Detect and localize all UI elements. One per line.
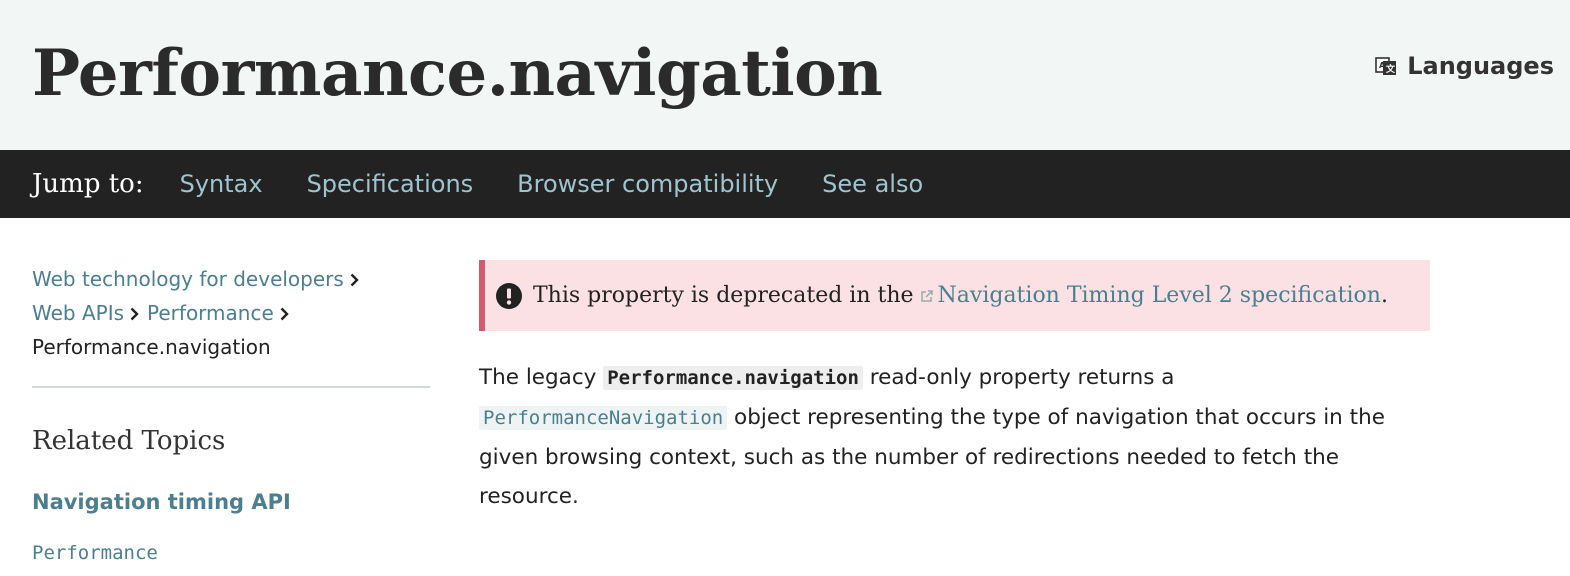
svg-text:A: A <box>1379 61 1386 70</box>
breadcrumb: Web technology for developers <box>32 262 430 296</box>
jump-link-see-also[interactable]: See also <box>822 170 923 198</box>
languages-icon: A 文 <box>1375 57 1397 75</box>
jump-link-browser-compatibility[interactable]: Browser compatibility <box>517 170 778 198</box>
intro-text-1: The legacy <box>479 365 604 390</box>
intro-paragraph: The legacy Performance.navigation read-o… <box>479 358 1439 516</box>
breadcrumb-web-technology[interactable]: Web technology for developers <box>32 267 344 291</box>
performance-navigation-link[interactable]: PerformanceNavigation <box>479 406 728 430</box>
languages-button[interactable]: A 文 Languages <box>1375 52 1554 80</box>
languages-label: Languages <box>1407 52 1554 80</box>
related-topics-heading: Related Topics <box>32 426 226 456</box>
page-title: Performance.navigation <box>32 36 883 111</box>
chevron-right-icon <box>130 307 139 321</box>
main-content: The legacy Performance.navigation read-o… <box>479 358 1439 516</box>
page-header: Performance.navigation A 文 Languages <box>0 0 1570 150</box>
sidebar-item-performance[interactable]: Performance <box>32 542 430 564</box>
external-link-icon <box>920 289 933 302</box>
notice-spec-link[interactable]: Navigation Timing Level 2 specification <box>938 283 1381 308</box>
chevron-right-icon <box>350 273 359 287</box>
breadcrumb-performance[interactable]: Performance <box>147 301 274 325</box>
breadcrumb-web-apis[interactable]: Web APIs <box>32 301 124 325</box>
deprecation-notice: This property is deprecated in the Navig… <box>479 260 1430 331</box>
notice-period: . <box>1380 283 1388 308</box>
jump-link-syntax[interactable]: Syntax <box>180 170 263 198</box>
property-code: Performance.navigation <box>603 366 863 390</box>
jump-to-nav: Jump to: Syntax Specifications Browser c… <box>0 150 1570 218</box>
svg-text:文: 文 <box>1385 63 1396 75</box>
breadcrumb-current: Performance.navigation <box>32 335 271 359</box>
sidebar-section-navigation-timing-api[interactable]: Navigation timing API <box>32 490 430 514</box>
exclamation-circle-icon <box>496 282 522 309</box>
notice-text: This property is deprecated in the <box>533 283 914 308</box>
chevron-right-icon <box>280 307 289 321</box>
jump-link-specifications[interactable]: Specifications <box>307 170 474 198</box>
breadcrumb: Web APIs Performance <box>32 296 430 330</box>
jump-to-label: Jump to: <box>32 169 144 199</box>
sidebar-divider <box>32 386 430 388</box>
sidebar: Web technology for developers Web APIs Pe… <box>32 262 430 564</box>
intro-text-2: read-only property returns a <box>862 365 1175 390</box>
